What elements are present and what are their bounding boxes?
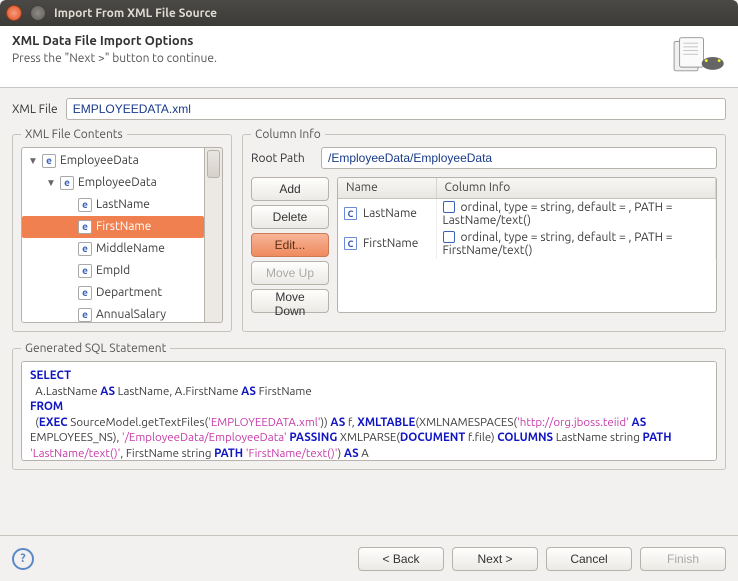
tree-item[interactable]: e AnnualSalary [22, 304, 204, 323]
xml-tree[interactable]: ▼eEmployeeData▼eEmployeeDataeLastNameeFi… [21, 147, 205, 323]
checkbox-icon[interactable] [443, 231, 455, 243]
column-name: FirstName [363, 237, 418, 250]
tree-item-label: FirstName [96, 218, 151, 236]
element-icon: e [78, 242, 92, 256]
column-name: LastName [363, 207, 417, 220]
element-icon: e [42, 154, 56, 168]
wizard-footer: ? < Back Next > Cancel Finish [0, 535, 738, 581]
title-bar: Import From XML File Source [0, 0, 738, 26]
page-title: XML Data File Import Options [12, 34, 217, 48]
element-icon: e [78, 198, 92, 212]
element-icon: e [78, 220, 92, 234]
window-close-button[interactable] [6, 5, 22, 21]
tree-item[interactable]: e EmpId [22, 260, 204, 282]
tree-item-label: EmployeeData [60, 152, 139, 170]
column-info-text: ordinal, type = string, default = , PATH… [443, 231, 673, 257]
tree-item-label: EmployeeData [78, 174, 157, 192]
element-icon: e [78, 286, 92, 300]
columns-table[interactable]: Name Column Info C LastName ordinal, type … [338, 178, 716, 259]
tree-item-label: Department [96, 284, 162, 302]
element-icon: e [78, 264, 92, 278]
generated-sql-group: Generated SQL Statement SELECT A.LastNam… [12, 342, 726, 470]
help-button[interactable]: ? [12, 548, 34, 570]
tree-item-label: MiddleName [96, 240, 165, 258]
columns-header-name: Name [338, 178, 436, 198]
move-down-button[interactable]: Move Down [251, 289, 329, 313]
root-path-label: Root Path [251, 152, 313, 165]
tree-item-label: LastName [96, 196, 150, 214]
tree-item[interactable]: e LastName [22, 194, 204, 216]
add-button[interactable]: Add [251, 177, 329, 201]
tree-twisty-icon[interactable]: ▼ [46, 174, 56, 192]
columns-header-info: Column Info [436, 178, 716, 198]
delete-button[interactable]: Delete [251, 205, 329, 229]
checkbox-icon[interactable] [443, 201, 455, 213]
tree-item[interactable]: ▼ e EmployeeData [22, 150, 204, 172]
tree-item[interactable]: e Department [22, 282, 204, 304]
tree-item[interactable]: e MiddleName [22, 238, 204, 260]
tree-item-label: EmpId [96, 262, 130, 280]
tree-twisty-icon[interactable]: ▼ [28, 152, 38, 170]
edit-button[interactable]: Edit... [251, 233, 329, 257]
root-path-input[interactable] [321, 147, 717, 169]
move-up-button[interactable]: Move Up [251, 261, 329, 285]
element-icon: e [60, 176, 74, 190]
table-row[interactable]: C FirstName ordinal, type = string, defaul… [338, 229, 716, 259]
column-icon: C [344, 207, 357, 220]
generated-sql-legend: Generated SQL Statement [21, 342, 170, 355]
table-row[interactable]: C LastName ordinal, type = string, default… [338, 198, 716, 229]
column-info-legend: Column Info [251, 128, 325, 141]
window-minimize-button[interactable] [30, 5, 46, 21]
tree-item-label: AnnualSalary [96, 306, 166, 323]
xml-file-contents-legend: XML File Contents [21, 128, 127, 141]
wizard-header: XML Data File Import Options Press the "… [0, 26, 738, 88]
back-button[interactable]: < Back [358, 547, 444, 571]
element-icon: e [78, 308, 92, 322]
tree-item[interactable]: ▼ e EmployeeData [22, 172, 204, 194]
column-icon: C [344, 237, 357, 250]
finish-button[interactable]: Finish [640, 547, 726, 571]
page-subtitle: Press the "Next >" button to continue. [12, 52, 217, 65]
column-info-group: Column Info Root Path Add Delete Edit...… [242, 128, 726, 332]
tree-item[interactable]: e FirstName [22, 216, 204, 238]
window-title: Import From XML File Source [54, 7, 217, 20]
xml-file-input[interactable] [66, 98, 726, 120]
xml-file-label: XML File [12, 103, 58, 116]
xml-file-contents-group: XML File Contents ▼eEmployeeData▼eEmploy… [12, 128, 232, 332]
tree-scrollbar[interactable] [205, 147, 223, 323]
cancel-button[interactable]: Cancel [546, 547, 632, 571]
next-button[interactable]: Next > [452, 547, 538, 571]
column-info-text: ordinal, type = string, default = , PATH… [443, 201, 673, 227]
generated-sql-text: SELECT A.LastName AS LastName, A.FirstNa… [21, 361, 717, 461]
xml-import-icon [670, 34, 726, 80]
